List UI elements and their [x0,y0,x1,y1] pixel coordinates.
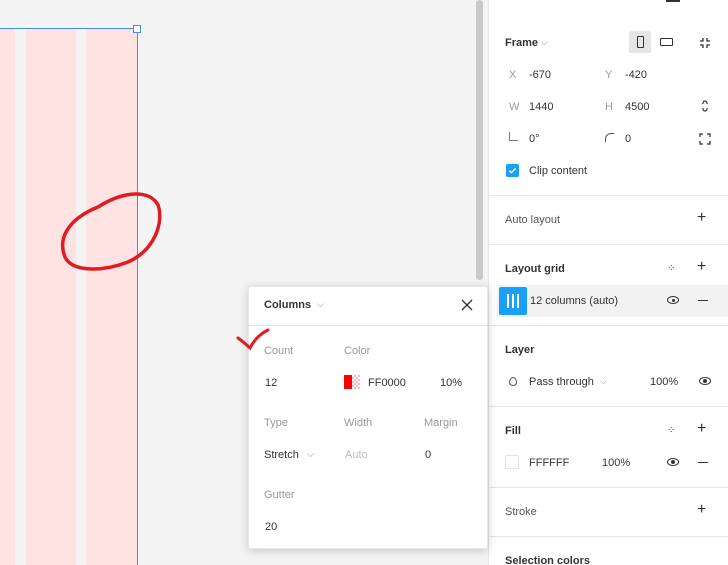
properties-panel: Frame ⌵ X -670 Y -420 W 1440 H 4500 0° 0 [488,0,728,565]
frame-section: Frame ⌵ X -670 Y -420 W 1440 H 4500 0° 0 [489,18,728,196]
eye-icon[interactable] [699,377,711,385]
columns-grid-popup: Columns ⌵ Count 12 Color FF0000 10% Type… [248,286,488,549]
rotation-input[interactable]: 0° [529,133,540,145]
h-input[interactable]: 4500 [625,101,649,113]
grid-styles-icon[interactable]: ⁘ [667,263,675,274]
radius-input[interactable]: 0 [625,133,631,145]
chevron-down-icon[interactable]: ⌵ [541,37,548,48]
blend-mode-icon [509,377,517,386]
portrait-icon [636,36,644,48]
add-fill-icon[interactable]: + [697,420,706,438]
layer-section: Layer Pass through ⌵ 100% [489,326,728,407]
add-auto-layout-icon[interactable]: + [697,209,706,227]
blend-mode-select[interactable]: Pass through [529,376,594,388]
fill-hex[interactable]: FFFFFF [529,457,569,469]
fill-styles-icon[interactable]: ⁘ [667,425,675,436]
fill-section: Fill ⁘ + FFFFFF 100% [489,407,728,488]
clip-content-label[interactable]: Clip content [529,165,587,177]
layer-title: Layer [505,344,535,356]
fill-swatch[interactable] [505,455,519,469]
resize-handle[interactable] [133,25,141,33]
grid-column [86,29,137,565]
portrait-toggle[interactable] [629,31,651,53]
chevron-down-icon[interactable]: ⌵ [307,449,314,460]
columns-grid-icon[interactable] [499,287,527,315]
layer-opacity[interactable]: 100% [650,376,678,388]
width-input[interactable]: Auto [345,449,368,461]
add-layout-grid-icon[interactable]: + [697,258,706,276]
eye-icon[interactable] [667,296,679,304]
popup-divider [249,325,487,326]
y-input[interactable]: -420 [625,69,647,81]
frame-title[interactable]: Frame [505,37,538,49]
fill-title: Fill [505,425,521,437]
grid-column [0,29,15,565]
rotation-icon [509,132,518,141]
layout-grid-title: Layout grid [505,263,565,275]
stroke-section: Stroke + [489,488,728,537]
fill-opacity[interactable]: 100% [602,457,630,469]
clip-content-checkbox[interactable] [506,164,519,177]
landscape-toggle[interactable] [655,31,677,53]
margin-label: Margin [424,417,458,429]
frame-selection-edge [137,28,138,565]
w-label: W [509,101,520,113]
color-opacity-input[interactable]: 10% [440,377,462,389]
margin-input[interactable]: 0 [425,449,431,461]
gutter-label: Gutter [264,489,295,501]
constrain-proportions-icon[interactable] [697,98,713,114]
canvas-scrollbar[interactable] [476,0,483,280]
chevron-down-icon[interactable]: ⌵ [317,299,324,310]
x-input[interactable]: -670 [529,69,551,81]
check-icon [508,167,517,174]
collapse-icon[interactable] [697,35,713,51]
grid-column [26,29,76,565]
remove-fill-icon[interactable] [698,462,708,464]
h-label: H [605,101,613,113]
stroke-title: Stroke [505,506,537,518]
x-label: X [509,69,517,81]
gutter-input[interactable]: 20 [265,521,277,533]
color-label: Color [344,345,371,357]
auto-layout-section: Auto layout + [489,196,728,245]
layout-grid-section: Layout grid ⁘ + 12 columns (auto) [489,245,728,326]
layout-grid-label[interactable]: 12 columns (auto) [530,295,618,307]
y-label: Y [605,69,613,81]
w-input[interactable]: 1440 [529,101,553,113]
selection-colors-section: Selection colors [489,537,728,565]
count-input[interactable]: 12 [265,377,277,389]
type-select[interactable]: Stretch [264,449,299,461]
count-label: Count [264,345,294,357]
panel-top-icon [666,0,680,2]
independent-corners-icon[interactable] [697,131,713,147]
add-stroke-icon[interactable]: + [697,501,706,519]
selection-colors-title: Selection colors [505,555,590,565]
eye-icon[interactable] [667,458,679,466]
corner-radius-icon [605,133,614,142]
close-icon[interactable] [460,298,474,312]
popup-title[interactable]: Columns [264,299,311,311]
landscape-icon [659,38,673,46]
remove-grid-icon[interactable] [698,300,708,302]
frame-selection-edge [0,28,137,29]
type-label: Type [264,417,288,429]
chevron-down-icon[interactable]: ⌵ [600,376,607,387]
color-hex-input[interactable]: FF0000 [368,377,406,389]
width-label: Width [344,417,373,429]
auto-layout-title: Auto layout [505,214,561,226]
color-swatch[interactable] [344,375,360,389]
